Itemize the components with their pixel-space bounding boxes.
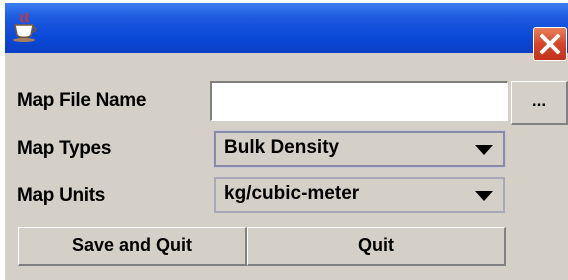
map-types-select[interactable]: Bulk Density <box>213 130 506 168</box>
map-units-select[interactable]: kg/cubic-meter <box>214 177 505 213</box>
close-button[interactable] <box>533 27 567 61</box>
map-file-name-field[interactable] <box>210 81 508 121</box>
close-icon <box>539 33 561 55</box>
map-units-value: kg/cubic-meter <box>224 183 360 204</box>
quit-button[interactable]: Quit <box>247 227 506 266</box>
map-types-value: Bulk Density <box>224 137 340 158</box>
map-file-name-label: Map File Name <box>17 90 147 111</box>
title-bar[interactable] <box>5 3 568 61</box>
chevron-down-icon <box>475 191 493 201</box>
browse-button[interactable]: ... <box>511 81 568 125</box>
dialog-window: Map File Name ... Map Types Bulk Density… <box>5 3 568 280</box>
save-and-quit-button[interactable]: Save and Quit <box>18 227 247 266</box>
map-units-label: Map Units <box>17 185 106 206</box>
chevron-down-icon <box>475 145 493 155</box>
java-coffee-cup-icon <box>13 12 37 42</box>
map-types-label: Map Types <box>17 138 112 159</box>
